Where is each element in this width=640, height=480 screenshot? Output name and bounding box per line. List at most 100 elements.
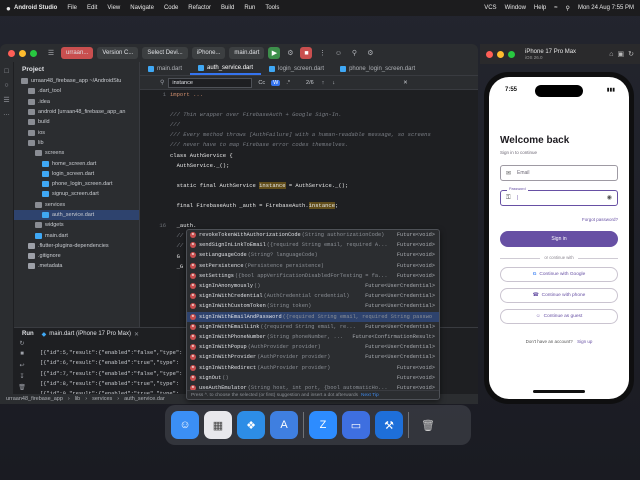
project-tree-item[interactable]: urraan48_firebase_app ~/AndroidStu — [14, 76, 139, 86]
project-tree-item[interactable]: build — [14, 117, 139, 127]
safari-icon[interactable]: ❖ — [237, 411, 265, 439]
completion-item[interactable]: m signInWithPhoneNumber (String phoneNumbe… — [187, 332, 439, 342]
match-case-toggle[interactable]: Cc — [256, 80, 267, 86]
editor-tab[interactable]: phone_login_screen.dart — [332, 62, 423, 75]
phone-sign-in-button[interactable]: ☎ Continue with phone — [500, 288, 618, 303]
project-panel-title[interactable]: Project — [14, 62, 139, 76]
screenshot-icon[interactable]: ▣ — [618, 50, 625, 58]
run-icon[interactable]: ▶ — [268, 47, 281, 59]
show-password-icon[interactable]: ◉ — [607, 194, 612, 201]
project-tree-item[interactable]: ios — [14, 127, 139, 137]
editor-tab[interactable]: main.dart — [140, 62, 190, 75]
menu-run[interactable]: Run — [244, 5, 255, 11]
rerun-icon[interactable]: ↻ — [14, 340, 30, 351]
menu-build[interactable]: Build — [221, 5, 234, 11]
zoom-app-icon[interactable]: Z — [309, 411, 337, 439]
breadcrumb-lib[interactable]: lib — [75, 396, 81, 402]
project-tree-item[interactable]: main.dart — [14, 230, 139, 240]
previous-match-icon[interactable]: ↑ — [320, 80, 327, 86]
breadcrumb-services[interactable]: services — [92, 396, 112, 402]
project-tree-item[interactable]: .gitignore — [14, 251, 139, 261]
completion-item[interactable]: m setSettings ({bool appVerificationDisabl… — [187, 271, 439, 281]
close-window-icon[interactable] — [486, 50, 493, 58]
search-icon[interactable]: ⚲ — [566, 5, 570, 12]
project-tree-item[interactable]: .flutter-plugins-dependencies — [14, 241, 139, 251]
zoom-window-icon[interactable] — [508, 50, 515, 58]
menu-help[interactable]: Help — [534, 5, 546, 11]
main-menu-icon[interactable]: ☰ — [45, 47, 57, 59]
find-input[interactable] — [168, 77, 253, 88]
commit-tool-icon[interactable]: ○ — [0, 82, 13, 92]
minimize-window-icon[interactable] — [19, 49, 26, 57]
trash-icon[interactable]: 🗑 — [414, 411, 442, 439]
scroll-end-icon[interactable]: ↧ — [14, 373, 30, 384]
xcode-icon[interactable]: ⚒ — [375, 411, 403, 439]
finder-icon[interactable]: ☺ — [171, 411, 199, 439]
menubar-clock[interactable]: Mon 24 Aug 7:55 PM — [578, 5, 634, 11]
email-field[interactable]: ✉ Email — [500, 165, 618, 181]
completion-item[interactable]: m signInWithEmailLink ({required String em… — [187, 322, 439, 332]
stop-run-icon[interactable]: ■ — [14, 351, 30, 362]
menu-edit[interactable]: Edit — [87, 5, 97, 11]
completion-item[interactable]: m revokeTokenWithAuthorizationCode (String… — [187, 230, 439, 240]
apple-icon[interactable]: ● — [6, 4, 14, 13]
completion-item[interactable]: m signInAnonymously() Future<UserCredentia… — [187, 281, 439, 291]
device-selector[interactable]: Select Devi... — [142, 47, 188, 59]
next-match-icon[interactable]: ↓ — [330, 80, 337, 86]
search-everywhere-icon[interactable]: ⚲ — [348, 47, 360, 59]
project-tree-item[interactable]: lib — [14, 138, 139, 148]
completion-item[interactable]: m signInWithPopup (AuthProvider provider) F… — [187, 342, 439, 352]
project-tree-item[interactable]: .metadata — [14, 261, 139, 271]
project-tree-item[interactable]: .dart_tool — [14, 86, 139, 96]
project-tree-item[interactable]: home_screen.dart — [14, 158, 139, 168]
breadcrumb-file[interactable]: auth_service.dar — [124, 396, 165, 402]
wifi-icon[interactable]: ≈ — [554, 5, 557, 11]
menu-refactor[interactable]: Refactor — [188, 5, 211, 11]
close-find-icon[interactable]: ✕ — [401, 80, 410, 86]
editor-tab[interactable]: login_screen.dart — [261, 62, 332, 75]
regex-toggle[interactable]: .* — [284, 80, 292, 86]
whole-words-toggle[interactable]: W — [271, 79, 281, 86]
completion-item[interactable]: m signInWithEmailAndPassword ({required St… — [187, 311, 439, 322]
account-icon[interactable]: ☺ — [332, 47, 344, 59]
more-icon[interactable]: ⋮ — [316, 47, 328, 59]
project-selector[interactable]: urraan... — [61, 47, 94, 59]
home-indicator[interactable] — [533, 390, 585, 393]
project-tree-item[interactable]: login_screen.dart — [14, 169, 139, 179]
soft-wrap-icon[interactable]: ↩ — [14, 362, 30, 373]
completion-item[interactable]: m sendSignInLinkToEmail ({required String … — [187, 240, 439, 250]
menu-code[interactable]: Code — [164, 5, 178, 11]
google-sign-in-button[interactable]: G Continue with Google — [500, 267, 618, 282]
guest-sign-in-button[interactable]: ☺ Continue as guest — [500, 309, 618, 324]
menu-view[interactable]: View — [107, 5, 120, 11]
close-window-icon[interactable] — [8, 49, 15, 57]
home-icon[interactable]: ⌂ — [609, 51, 613, 58]
project-tree-item[interactable]: auth_service.dart — [14, 209, 139, 221]
minimize-window-icon[interactable] — [497, 50, 504, 58]
vcs-branch-selector[interactable]: Version C... — [97, 47, 139, 59]
password-field[interactable]: Password ⚿ | ◉ — [500, 187, 618, 206]
run-config-tab[interactable]: ◆ main.dart (iPhone 17 Pro Max) ✕ — [42, 331, 139, 338]
completion-item[interactable]: m signInWithCustomToken (String token) Futu… — [187, 301, 439, 311]
simulator-app-icon[interactable]: ▭ — [342, 411, 370, 439]
project-tree-item[interactable]: phone_login_screen.dart — [14, 179, 139, 189]
forgot-password-link[interactable]: Forgot password? — [582, 217, 618, 222]
project-tree-item[interactable]: widgets — [14, 220, 139, 230]
completion-item[interactable]: m setLanguageCode (String? languageCode) Fu… — [187, 250, 439, 260]
project-tree-item[interactable]: services — [14, 200, 139, 210]
menu-file[interactable]: File — [67, 5, 77, 11]
xcode-instruments-icon[interactable]: A — [270, 411, 298, 439]
project-tree-item[interactable]: screens — [14, 148, 139, 158]
run-config-selector[interactable]: main.dart — [229, 47, 265, 59]
menu-window[interactable]: Window — [505, 5, 526, 11]
zoom-window-icon[interactable] — [30, 49, 37, 57]
project-tree-item[interactable]: signup_screen.dart — [14, 189, 139, 199]
project-tool-icon[interactable]: □ — [0, 68, 13, 78]
settings-gear-icon[interactable]: ⚙ — [364, 47, 376, 59]
project-tree-item[interactable]: .idea — [14, 97, 139, 107]
menu-tools[interactable]: Tools — [265, 5, 279, 11]
completion-item[interactable]: m signOut() Future<void> — [187, 373, 439, 383]
more-tools-icon[interactable]: … — [0, 110, 13, 120]
rotate-icon[interactable]: ↻ — [628, 50, 634, 58]
completion-item[interactable]: m signInWithCredential (AuthCredential cre… — [187, 291, 439, 301]
